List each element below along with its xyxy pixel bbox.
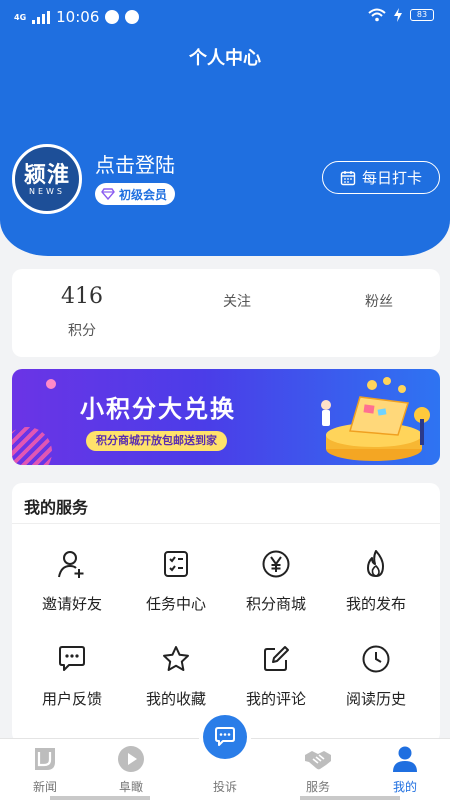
diamond-icon xyxy=(101,188,115,200)
gift-box-illustration xyxy=(321,377,430,461)
service-label: 阅读历史 xyxy=(345,690,406,708)
banner-decoration xyxy=(12,427,52,465)
daily-checkin-button[interactable]: 每日打卡 xyxy=(322,161,440,194)
star-icon xyxy=(163,646,189,671)
tab-label: 新闻 xyxy=(32,780,57,794)
complaint-fab-button[interactable] xyxy=(199,711,251,763)
tab-mine[interactable]: 我的 xyxy=(360,739,450,800)
service-label: 邀请好友 xyxy=(41,595,102,613)
service-points-mall[interactable]: 积分商城 xyxy=(226,549,326,629)
home-indicator xyxy=(50,796,150,800)
page-title: 个人中心 xyxy=(189,48,261,69)
charging-icon xyxy=(394,8,402,22)
follow-label: 关注 xyxy=(223,294,251,310)
handshake-icon xyxy=(305,751,331,770)
tab-label: 投诉 xyxy=(212,780,237,794)
avatar[interactable]: 颍淮 NEWS xyxy=(12,144,82,214)
wifi-icon xyxy=(368,8,386,22)
service-label: 我的评论 xyxy=(245,690,306,708)
stats-card: 416 积分 关注 粉丝 xyxy=(12,269,440,357)
member-level-label: 初级会员 xyxy=(119,187,168,202)
calendar-icon xyxy=(340,170,356,185)
points-mall-banner[interactable]: 小积分大兑换 积分商城开放包邮送到家 xyxy=(12,369,440,465)
banner-subtitle: 积分商城开放包邮送到家 xyxy=(86,431,227,451)
fans-stat[interactable]: 粉丝 xyxy=(324,269,434,357)
service-invite-friends[interactable]: 邀请好友 xyxy=(22,549,122,629)
add-user-icon xyxy=(58,551,84,578)
header-background xyxy=(0,0,450,256)
service-my-favorites[interactable]: 我的收藏 xyxy=(126,644,226,724)
tab-fukan[interactable]: 阜瞰 xyxy=(86,739,176,800)
points-stat[interactable]: 416 积分 xyxy=(42,269,122,357)
avatar-logo-subtext: NEWS xyxy=(28,187,66,196)
daily-checkin-label: 每日打卡 xyxy=(361,169,422,187)
carrier-label: 4G xyxy=(14,12,27,22)
feedback-icon xyxy=(59,646,85,671)
services-title: 我的服务 xyxy=(24,498,89,517)
notification-icon xyxy=(125,10,140,24)
points-value: 416 xyxy=(61,284,103,309)
service-my-comments[interactable]: 我的评论 xyxy=(226,644,326,724)
login-link[interactable]: 点击登陆 xyxy=(95,149,175,178)
task-list-icon xyxy=(164,551,188,577)
tab-label: 服务 xyxy=(305,780,330,794)
edit-icon xyxy=(264,646,289,671)
yen-icon xyxy=(262,550,290,578)
qq-icon xyxy=(105,10,120,24)
service-label: 我的收藏 xyxy=(145,690,206,708)
home-indicator xyxy=(300,796,400,800)
divider xyxy=(12,523,440,524)
service-label: 积分商城 xyxy=(245,595,306,613)
member-level-badge: 初级会员 xyxy=(95,183,176,205)
play-icon xyxy=(118,746,144,772)
user-icon xyxy=(393,746,417,772)
signal-icon xyxy=(32,10,51,24)
fans-label: 粉丝 xyxy=(365,294,393,310)
service-task-center[interactable]: 任务中心 xyxy=(126,549,226,629)
chat-icon xyxy=(215,727,235,746)
fab-circle xyxy=(203,715,247,759)
status-bar: 4G 10:06 83 xyxy=(0,0,450,34)
points-label: 积分 xyxy=(68,323,96,339)
battery-icon: 83 xyxy=(410,9,434,21)
flame-icon xyxy=(367,550,384,577)
follow-stat[interactable]: 关注 xyxy=(182,269,292,357)
service-user-feedback[interactable]: 用户反馈 xyxy=(22,644,122,724)
status-time: 10:06 xyxy=(56,8,100,26)
service-label: 任务中心 xyxy=(145,595,206,613)
tab-services[interactable]: 服务 xyxy=(273,739,363,800)
tab-label: 阜瞰 xyxy=(118,780,143,794)
clock-icon xyxy=(362,645,390,673)
news-icon xyxy=(35,748,55,770)
banner-title: 小积分大兑换 xyxy=(80,395,236,423)
service-reading-history[interactable]: 阅读历史 xyxy=(326,644,426,724)
banner-decoration-dot xyxy=(46,379,56,389)
avatar-logo-text: 颍淮 xyxy=(23,162,70,188)
service-label: 我的发布 xyxy=(345,595,406,613)
service-label: 用户反馈 xyxy=(41,690,102,708)
tab-label: 我的 xyxy=(392,780,417,794)
service-my-posts[interactable]: 我的发布 xyxy=(326,549,426,629)
my-services-card: 我的服务 邀请好友 任务中心 积分商城 我的发布 用户反馈 我的收藏 我的评论 … xyxy=(12,483,440,743)
tab-news[interactable]: 新闻 xyxy=(0,739,90,800)
